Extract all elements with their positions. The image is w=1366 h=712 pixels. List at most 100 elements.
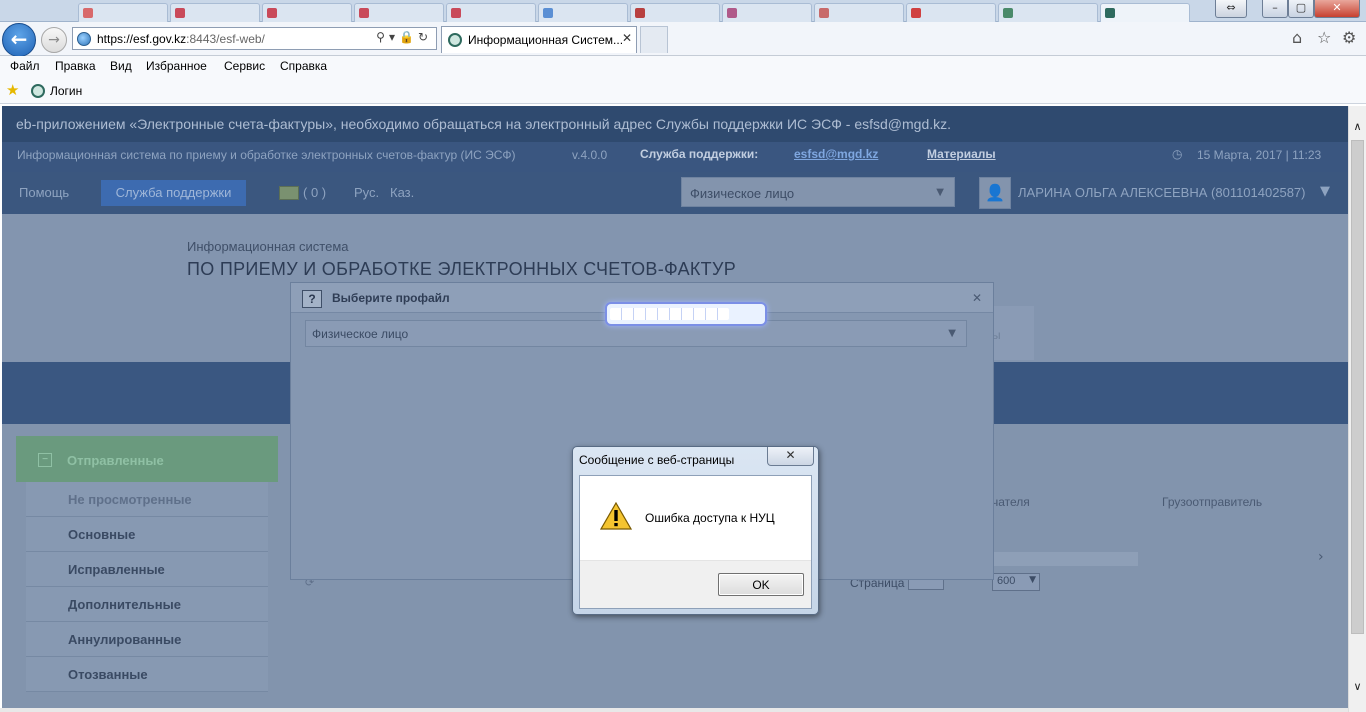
tab-favicon-icon — [448, 33, 462, 47]
side-menu-header-label: Отправленные — [67, 453, 164, 468]
current-datetime: 15 Марта, 2017 | 11:23 — [1197, 148, 1322, 162]
mail-icon[interactable] — [279, 186, 299, 200]
maximize-icon: ▢ — [1295, 1, 1307, 14]
user-avatar-icon[interactable]: 👤 — [979, 177, 1011, 209]
window-close-button[interactable]: ✕ — [1314, 0, 1360, 18]
background-browser-tab[interactable] — [538, 3, 628, 22]
message-count: ( 0 ) — [303, 185, 327, 200]
profile-dialog-close-button[interactable]: ✕ — [972, 291, 982, 305]
active-browser-tab[interactable]: Информационная Систем... ✕ — [441, 26, 637, 53]
notice-banner: eb-приложением «Электронные счета-фактур… — [2, 106, 1348, 142]
new-tab-button[interactable] — [640, 26, 668, 53]
gear-icon[interactable]: ⚙ — [1342, 28, 1356, 47]
background-browser-tab[interactable] — [446, 3, 536, 22]
side-menu-item-additional[interactable]: Дополнительные — [26, 587, 268, 622]
side-menu-item-annulled[interactable]: Аннулированные — [26, 622, 268, 657]
menu-view[interactable]: Вид — [110, 59, 132, 73]
minimize-icon: – — [1272, 1, 1278, 14]
address-bar[interactable]: https://esf.gov.kz:8443/esf-web/ ⚲▾🔒↻ — [72, 27, 437, 50]
message-box-footer: OK — [580, 560, 811, 608]
favorite-item-icon — [31, 84, 45, 98]
window-maximize-button[interactable]: ▢ — [1288, 0, 1314, 18]
clock-icon: ◷ — [1172, 147, 1183, 161]
side-menu-sent-header[interactable]: − Отправленные — [16, 436, 278, 482]
background-browser-tab[interactable] — [630, 3, 720, 22]
window-minimize-button[interactable]: – — [1262, 0, 1288, 18]
profile-dialog-title: Выберите профайл — [332, 291, 450, 305]
menu-help[interactable]: Справка — [280, 59, 327, 73]
browser-tab-strip — [0, 0, 1366, 22]
materials-link[interactable]: Материалы — [927, 147, 996, 161]
side-menu-item-main[interactable]: Основные — [26, 517, 268, 552]
page-size-select[interactable]: 600 ▼ — [992, 573, 1040, 591]
menu-tools[interactable]: Сервис — [224, 59, 265, 73]
support-label: Служба поддержки: — [640, 147, 759, 161]
chevron-down-icon: ▼ — [948, 328, 956, 339]
side-menu-item-unviewed[interactable]: Не просмотренные — [26, 482, 268, 517]
browser-navigation-bar: ← → https://esf.gov.kz:8443/esf-web/ ⚲▾🔒… — [0, 22, 1366, 57]
scroll-down-arrow-icon[interactable]: ∨ — [1349, 680, 1366, 693]
support-button[interactable]: Служба поддержки — [101, 180, 246, 206]
scrollbar-thumb[interactable] — [1351, 140, 1364, 634]
restore-icon: ⇔ — [1226, 1, 1236, 14]
address-bar-icons[interactable]: ⚲▾🔒↻ — [376, 30, 432, 44]
background-browser-tab[interactable] — [262, 3, 352, 22]
tab-close-button[interactable]: ✕ — [622, 31, 632, 45]
table-horizontal-scrollbar[interactable] — [992, 552, 1138, 566]
help-link[interactable]: Помощь — [19, 185, 69, 200]
version-label: v.4.0.0 — [572, 148, 608, 162]
lang-kz-link[interactable]: Каз. — [390, 185, 414, 200]
tab-favicon-icon — [451, 8, 461, 18]
favorite-item-login[interactable]: Логин — [50, 84, 82, 98]
chevron-down-icon: ▼ — [1029, 575, 1036, 585]
lock-icon[interactable]: 🔒 — [399, 30, 418, 44]
scroll-up-arrow-icon[interactable]: ∧ — [1349, 120, 1366, 133]
user-name[interactable]: ЛАРИНА ОЛЬГА АЛЕКСЕЕВНА (801101402587) — [1018, 185, 1305, 200]
background-browser-tab[interactable] — [78, 3, 168, 22]
address-text[interactable]: https://esf.gov.kz:8443/esf-web/ — [97, 32, 265, 46]
home-icon[interactable]: ⌂ — [1292, 28, 1302, 47]
background-browser-tab[interactable] — [1100, 3, 1190, 22]
background-browser-tab[interactable] — [354, 3, 444, 22]
favorites-star-icon[interactable]: ☆ — [1317, 28, 1331, 47]
horizontal-scrollbar[interactable] — [0, 708, 1348, 712]
refresh-icon[interactable]: ↻ — [418, 30, 432, 44]
tab-favicon-icon — [1003, 8, 1013, 18]
background-browser-tab[interactable] — [814, 3, 904, 22]
search-icon[interactable]: ⚲ — [376, 30, 389, 44]
ok-button[interactable]: OK — [718, 573, 804, 596]
background-browser-tab[interactable] — [722, 3, 812, 22]
close-icon: ✕ — [1332, 1, 1342, 14]
background-browser-tab[interactable] — [906, 3, 996, 22]
banner-title: ПО ПРИЕМУ И ОБРАБОТКЕ ЭЛЕКТРОННЫХ СЧЕТОВ… — [187, 259, 737, 279]
message-box-dialog: Сообщение с веб-страницы ✕ Ошибка доступ… — [572, 446, 819, 615]
background-browser-tab[interactable] — [170, 3, 260, 22]
lang-ru-link[interactable]: Рус. — [354, 185, 379, 200]
back-button[interactable]: ← — [2, 23, 36, 57]
dropdown-arrow-icon[interactable]: ▾ — [389, 30, 399, 44]
address-host: https://esf.gov.kz — [97, 32, 187, 46]
side-menu-item-corrected[interactable]: Исправленные — [26, 552, 268, 587]
support-email-link[interactable]: esfsd@mgd.kz — [794, 147, 878, 161]
vertical-scrollbar[interactable]: ∧ ∨ — [1348, 106, 1366, 712]
page-size-value: 600 — [997, 575, 1016, 587]
background-browser-tab[interactable] — [998, 3, 1098, 22]
arrow-right-icon: → — [48, 32, 60, 48]
menu-edit[interactable]: Правка — [55, 59, 96, 73]
loading-progress-bar — [605, 302, 767, 326]
menu-favorites[interactable]: Избранное — [146, 59, 207, 73]
tab-favicon-icon — [1105, 8, 1115, 18]
profile-select-value: Физическое лицо — [690, 186, 795, 201]
chevron-right-icon[interactable]: › — [1318, 549, 1324, 565]
forward-button[interactable]: → — [41, 27, 67, 53]
profile-select[interactable]: Физическое лицо ▼ — [681, 177, 955, 207]
banner-subtitle: Информационная система — [187, 239, 349, 254]
user-menu-chevron-icon[interactable]: ▼ — [1320, 184, 1330, 199]
menu-file[interactable]: Файл — [10, 59, 40, 73]
side-menu-item-revoked[interactable]: Отозванные — [26, 657, 268, 692]
message-box-text: Ошибка доступа к НУЦ — [645, 511, 775, 525]
add-favorite-star-icon[interactable]: ★ — [6, 81, 19, 99]
message-box-close-button[interactable]: ✕ — [767, 447, 814, 466]
profile-dialog-select-value: Физическое лицо — [312, 327, 409, 341]
window-restore-button[interactable]: ⇔ — [1215, 0, 1247, 18]
